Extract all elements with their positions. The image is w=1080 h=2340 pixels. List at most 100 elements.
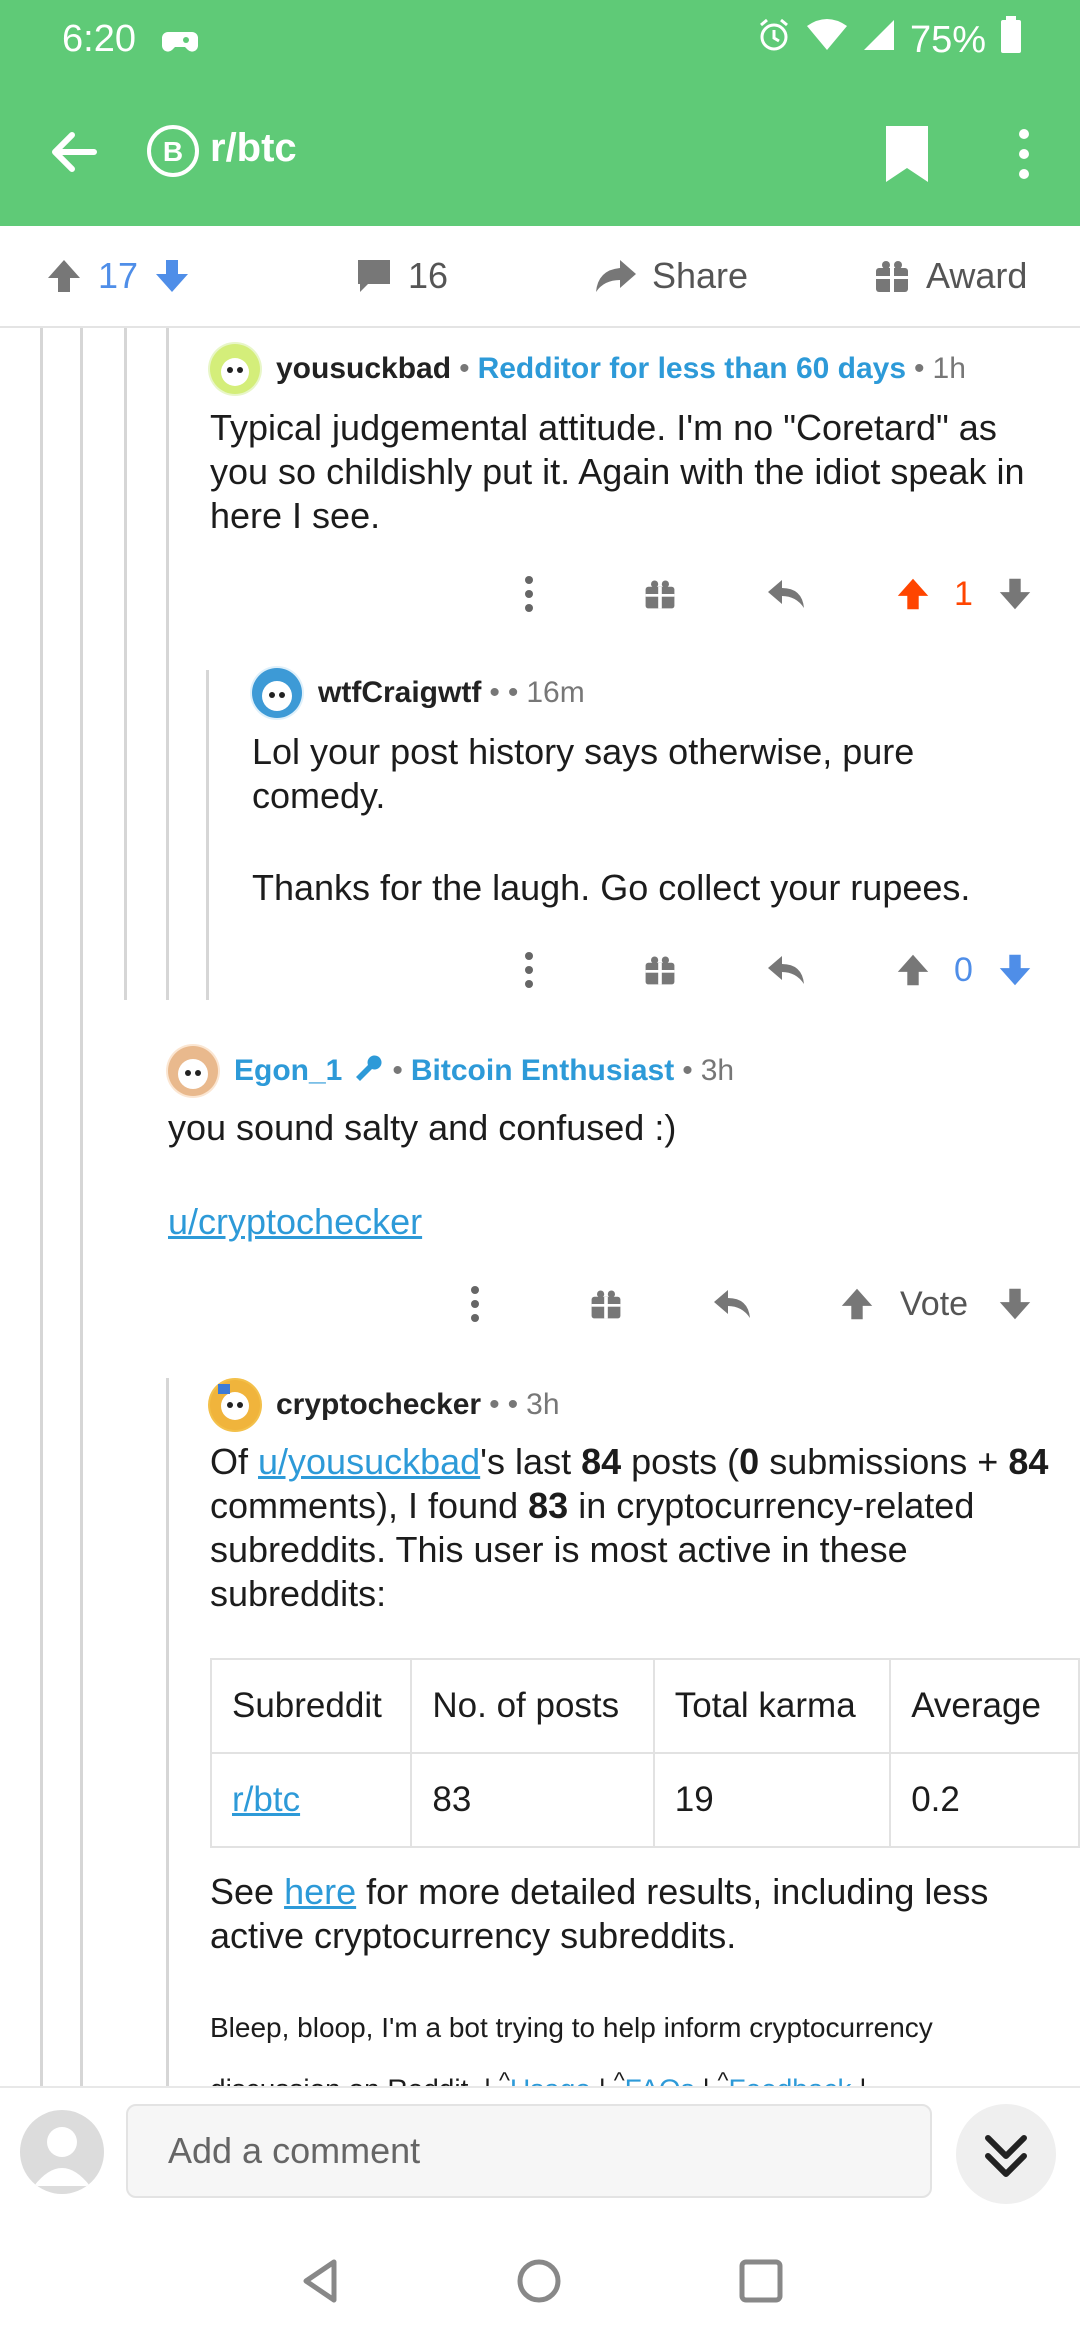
add-comment-input[interactable]: Add a comment [126, 2104, 932, 2198]
game-controller-icon [162, 26, 198, 61]
comment-time: 16m [526, 676, 585, 709]
table-header: No. of posts [410, 1658, 655, 1754]
subreddit-table: Subreddit No. of posts Total karma Avera… [209, 1658, 1080, 1848]
arrow-left-icon [52, 132, 97, 172]
comment-author[interactable]: cryptochecker [276, 1388, 481, 1422]
battery-percent: 75% [909, 18, 986, 61]
comment-time: 3h [700, 1054, 735, 1087]
upvote-button[interactable] [44, 256, 84, 296]
system-nav-bar [0, 2216, 1080, 2340]
thread-line[interactable] [80, 328, 83, 2086]
comment-author[interactable]: yousuckbad [276, 352, 451, 386]
award-gift-icon[interactable] [642, 940, 678, 1000]
user-link[interactable]: u/yousuckbad [258, 1441, 480, 1482]
comments-button[interactable]: 16 [354, 226, 448, 326]
share-button[interactable]: Share [594, 226, 748, 326]
comment-actions: 0 [510, 940, 1050, 1000]
bookmark-button[interactable] [882, 124, 932, 184]
comment-body: See here for more detailed results, incl… [210, 1871, 989, 1956]
subreddit-title[interactable]: r/btc [210, 126, 297, 171]
comment-count: 16 [408, 255, 449, 296]
results-link[interactable]: here [284, 1871, 356, 1912]
user-link[interactable]: u/cryptochecker [168, 1201, 422, 1242]
share-icon [596, 260, 636, 292]
comment-header: cryptochecker • • 3h [208, 1378, 560, 1432]
thread-line[interactable] [40, 328, 43, 2086]
comment-icon [358, 260, 390, 292]
svg-text:B: B [163, 136, 183, 167]
moderator-wrench-icon [352, 1051, 384, 1091]
comment-score: 0 [954, 950, 973, 989]
table-row: r/btc 83 19 0.2 [209, 1752, 1080, 1848]
thread-line[interactable] [124, 328, 127, 1000]
comment-body: Typical judgemental attitude. I'm no "Co… [210, 407, 1025, 536]
table-cell: 83 [410, 1752, 655, 1848]
comment-header: Egon_1 • Bitcoin Enthusiast • 3h [166, 1044, 734, 1098]
comment-author[interactable]: Egon_1 [234, 1054, 342, 1088]
subreddit-link[interactable]: r/btc [232, 1780, 300, 1819]
nav-recents-icon[interactable] [736, 2256, 786, 2306]
bitcoin-icon: B [146, 124, 200, 178]
downvote-icon[interactable] [996, 564, 1034, 624]
post-vote-group: 17 [44, 226, 192, 326]
battery-icon [1000, 16, 1022, 64]
avatar[interactable] [208, 342, 262, 396]
signal-icon [862, 18, 896, 62]
thread-line[interactable] [166, 1378, 169, 2086]
comment-header: yousuckbad • Redditor for less than 60 d… [208, 342, 966, 396]
avatar[interactable] [250, 666, 304, 720]
downvote-button[interactable] [152, 256, 192, 296]
table-header-row: Subreddit No. of posts Total karma Avera… [209, 1658, 1080, 1754]
comment-score: 1 [954, 574, 973, 613]
reply-icon[interactable] [712, 1274, 752, 1334]
comment-author[interactable]: wtfCraigwtf [318, 676, 481, 710]
comment-score: Vote [900, 1284, 969, 1323]
downvote-icon[interactable] [996, 1274, 1034, 1334]
more-vertical-icon[interactable] [522, 564, 536, 624]
jump-next-button[interactable] [956, 2104, 1056, 2204]
thread-line[interactable] [166, 328, 169, 1000]
nav-home-icon[interactable] [514, 2256, 564, 2306]
comment-time: 1h [932, 352, 966, 385]
more-vertical-icon[interactable] [522, 940, 536, 1000]
table-header: Subreddit [209, 1658, 413, 1754]
avatar[interactable] [208, 1378, 262, 1432]
gift-icon [876, 261, 908, 292]
comment-body: you sound salty and confused :) u/crypto… [168, 1107, 677, 1242]
avatar[interactable] [166, 1044, 220, 1098]
upvote-icon[interactable] [838, 1274, 876, 1334]
comment-time: 3h [526, 1388, 560, 1421]
more-options-button[interactable] [1004, 124, 1044, 184]
user-flair: Redditor for less than 60 days [477, 352, 907, 385]
app-bar: B r/btc [0, 80, 1080, 226]
award-label: Award [926, 255, 1028, 296]
more-vertical-icon[interactable] [468, 1274, 482, 1334]
table-header: Total karma [652, 1658, 892, 1754]
bookmark-icon [886, 126, 928, 182]
nav-back-icon[interactable] [296, 2256, 346, 2306]
comment-actions: Vote [456, 1274, 1056, 1334]
status-time: 6:20 [62, 18, 136, 60]
post-score: 17 [98, 255, 139, 296]
award-gift-icon[interactable] [642, 564, 678, 624]
comment-header: wtfCraigwtf • • 16m [250, 666, 585, 720]
award-button[interactable]: Award [872, 226, 1027, 326]
upvote-icon[interactable] [894, 564, 932, 624]
comment-bar: Add a comment [0, 2086, 1080, 2218]
thread-line[interactable] [206, 670, 209, 1000]
comment-actions: 1 [510, 564, 1050, 624]
reply-icon[interactable] [766, 564, 806, 624]
downvote-icon[interactable] [996, 940, 1034, 1000]
user-flair: Bitcoin Enthusiast [410, 1054, 675, 1087]
alarm-icon [756, 17, 792, 63]
upvote-icon[interactable] [894, 940, 932, 1000]
user-avatar-icon[interactable] [20, 2110, 104, 2194]
post-action-bar: 17 16 Share Award [0, 226, 1080, 328]
wifi-icon [806, 18, 848, 62]
reply-icon[interactable] [766, 940, 806, 1000]
award-gift-icon[interactable] [588, 1274, 624, 1334]
comment-body: Of u/yousuckbad's last 84 posts (0 submi… [210, 1441, 1049, 1614]
table-cell: 0.2 [889, 1752, 1080, 1848]
status-bar: 6:20 75% [0, 0, 1080, 80]
back-button[interactable] [44, 122, 104, 182]
